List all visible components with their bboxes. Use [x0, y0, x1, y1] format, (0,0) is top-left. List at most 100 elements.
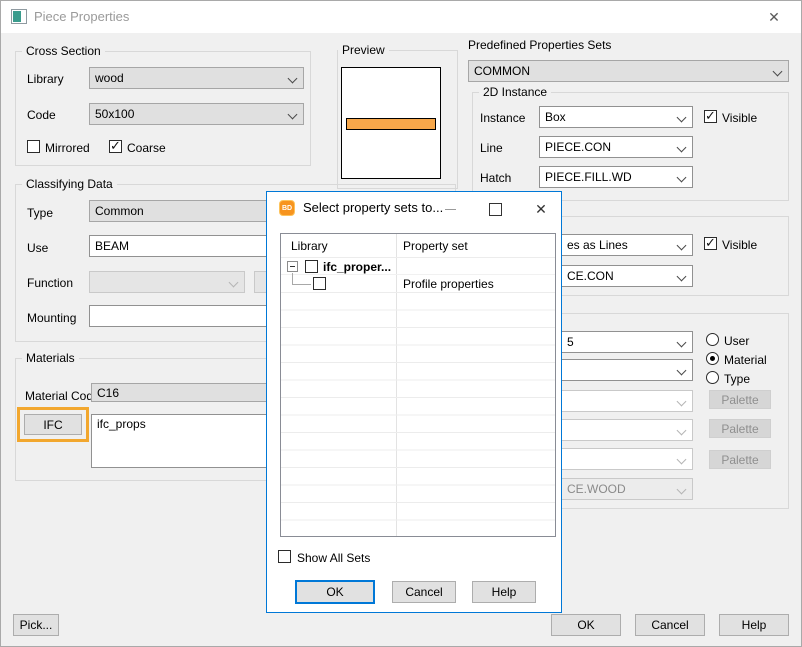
hatch-value: PIECE.FILL.WD: [545, 170, 632, 184]
coarse-label: Coarse: [127, 141, 166, 155]
color-value-combo[interactable]: 5: [562, 331, 693, 353]
function-combo: [89, 271, 245, 293]
code-combo[interactable]: 50x100: [89, 103, 304, 125]
right-line-combo[interactable]: CE.CON: [562, 265, 693, 287]
pieces-as-lines-combo[interactable]: es as Lines: [562, 234, 693, 256]
close-icon[interactable]: ✕: [763, 7, 785, 27]
mirrored-label: Mirrored: [45, 141, 90, 155]
page-title: Piece Properties: [34, 9, 129, 24]
right-line-value: CE.CON: [567, 269, 614, 283]
mounting-label: Mounting: [27, 311, 76, 325]
right-visible-checkbox[interactable]: [704, 237, 717, 250]
material-radio[interactable]: [706, 352, 719, 365]
main-help-label: Help: [742, 618, 767, 632]
pieces-as-lines-value: es as Lines: [567, 238, 628, 252]
instance-combo[interactable]: Box: [539, 106, 693, 128]
chevron-down-icon: [773, 67, 783, 77]
child-property-set-label: Profile properties: [403, 277, 494, 291]
use-label: Use: [27, 241, 48, 255]
material-code-value: C16: [97, 386, 119, 400]
preview-title: Preview: [338, 43, 389, 57]
app-icon: [11, 9, 27, 24]
popup-cancel-label: Cancel: [405, 585, 442, 599]
popup-cancel-button[interactable]: Cancel: [392, 581, 456, 603]
pick-button[interactable]: Pick...: [13, 614, 59, 636]
chevron-down-icon: [677, 338, 687, 348]
predefined-sets-label: Predefined Properties Sets: [468, 38, 611, 52]
color-value-fragment: 5: [567, 335, 574, 349]
materials-title: Materials: [22, 351, 79, 365]
property-set-list[interactable]: Library Property set ifc_proper... Profi…: [280, 233, 556, 537]
predefined-sets-value: COMMON: [474, 64, 530, 78]
instance-value: Box: [545, 110, 566, 124]
type-radio-label: Type: [724, 372, 750, 386]
show-all-sets-label: Show All Sets: [297, 551, 370, 565]
function-label: Function: [27, 276, 73, 290]
mirrored-checkbox[interactable]: [27, 140, 40, 153]
ifc-button[interactable]: IFC: [24, 414, 82, 435]
library-label: Library: [27, 72, 64, 86]
chevron-down-icon: [677, 272, 687, 282]
type-label: Type: [27, 206, 53, 220]
code-value: 50x100: [95, 107, 134, 121]
close-icon[interactable]: ✕: [529, 199, 553, 219]
collapse-icon[interactable]: [287, 261, 298, 272]
pick-button-label: Pick...: [20, 618, 53, 632]
parent-checkbox[interactable]: [305, 260, 318, 273]
empty-list-rows: [281, 293, 555, 535]
minimize-icon[interactable]: [439, 200, 463, 218]
type-radio[interactable]: [706, 371, 719, 384]
popup-help-button[interactable]: Help: [472, 581, 536, 603]
maximize-icon[interactable]: [483, 200, 507, 218]
child-checkbox[interactable]: [313, 277, 326, 290]
chevron-down-icon: [288, 110, 298, 120]
user-radio[interactable]: [706, 333, 719, 346]
chevron-down-icon: [677, 455, 687, 465]
palette-button-2: Palette: [709, 419, 771, 438]
predefined-sets-combo[interactable]: COMMON: [468, 60, 789, 82]
color-empty-combo[interactable]: [562, 359, 693, 381]
ifc-props-value: ifc_props: [97, 417, 146, 431]
coarse-checkbox[interactable]: [109, 140, 122, 153]
palette-button-3: Palette: [709, 450, 771, 469]
material-code-label: Material Code: [25, 389, 100, 403]
chevron-down-icon: [288, 74, 298, 84]
chevron-down-icon: [229, 278, 239, 288]
piece-properties-dialog: Piece Properties ✕ Cross Section Library…: [0, 0, 802, 647]
library-value: wood: [95, 71, 124, 85]
tree-parent-row[interactable]: ifc_proper...: [281, 258, 555, 275]
line-combo[interactable]: PIECE.CON: [539, 136, 693, 158]
chevron-down-icon: [677, 426, 687, 436]
list-header: Library Property set: [281, 234, 555, 258]
main-ok-button[interactable]: OK: [551, 614, 621, 636]
palette-combo-3: [562, 448, 693, 470]
ifc-button-label: IFC: [43, 418, 62, 432]
chevron-down-icon: [677, 485, 687, 495]
main-cancel-button[interactable]: Cancel: [635, 614, 705, 636]
select-property-sets-dialog: BD Select property sets to... ✕ Library …: [266, 191, 562, 613]
chevron-down-icon: [677, 241, 687, 251]
popup-ok-button[interactable]: OK: [295, 580, 375, 604]
instance-visible-checkbox[interactable]: [704, 110, 717, 123]
main-ok-label: OK: [577, 618, 594, 632]
palette-combo-1: [562, 390, 693, 412]
line-label: Line: [480, 141, 503, 155]
classifying-data-title: Classifying Data: [22, 177, 117, 191]
library-combo[interactable]: wood: [89, 67, 304, 89]
preview-cross-section-bar: [346, 118, 436, 130]
right-visible-label: Visible: [722, 238, 757, 252]
type-value: Common: [95, 204, 144, 218]
chevron-down-icon: [677, 173, 687, 183]
popup-titlebar[interactable]: BD Select property sets to... ✕: [267, 192, 561, 224]
tree-child-row[interactable]: Profile properties: [281, 275, 555, 293]
parent-library-label: ifc_proper...: [323, 260, 391, 274]
instance-label: Instance: [480, 111, 525, 125]
hatch-combo[interactable]: PIECE.FILL.WD: [539, 166, 693, 188]
instance-2d-title: 2D Instance: [479, 85, 551, 99]
main-help-button[interactable]: Help: [719, 614, 789, 636]
piece-wood-fragment: CE.WOOD: [567, 482, 626, 496]
show-all-sets-checkbox[interactable]: [278, 550, 291, 563]
user-radio-label: User: [724, 334, 749, 348]
palette-combo-2: [562, 419, 693, 441]
palette-button-label: Palette: [721, 422, 758, 436]
